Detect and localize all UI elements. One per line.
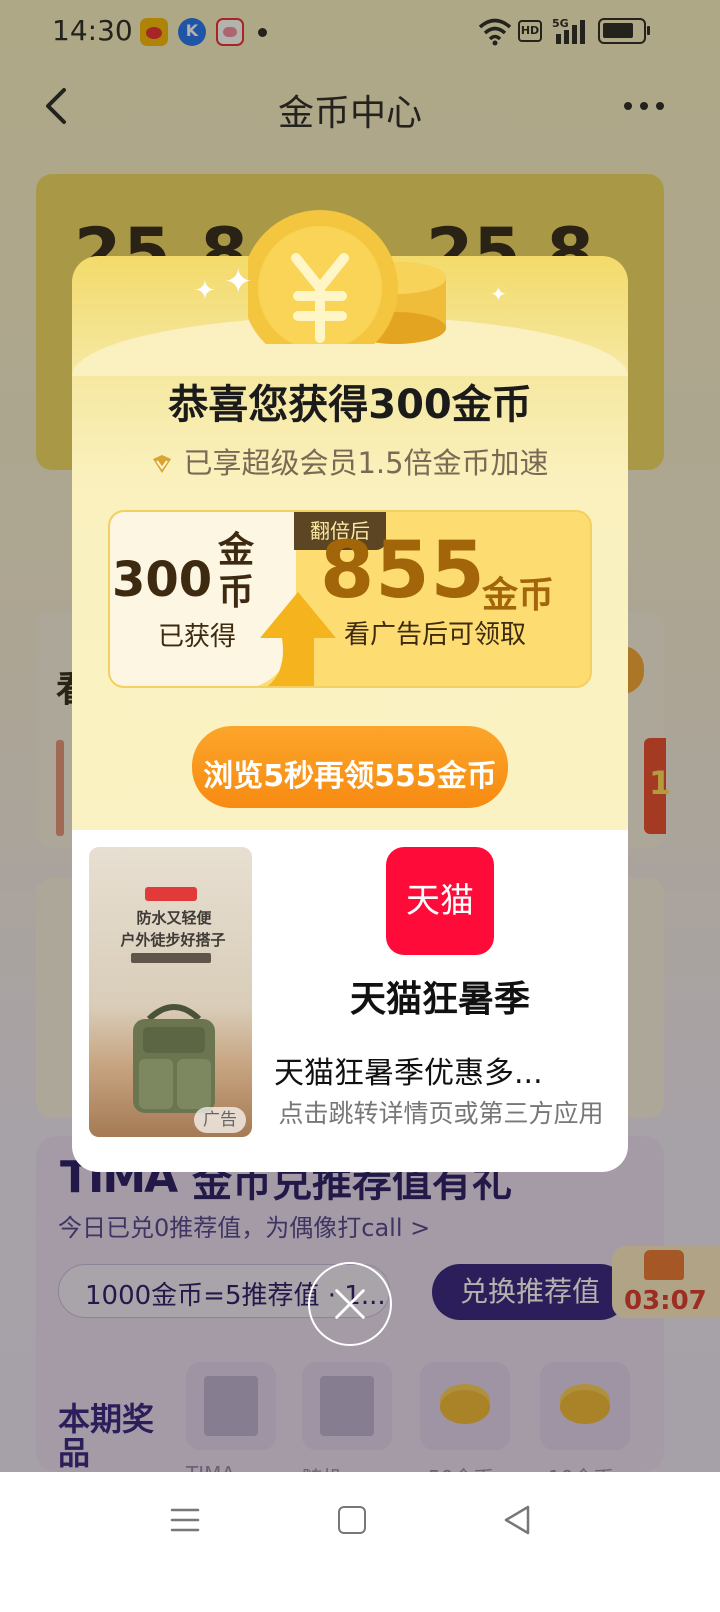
doubled-label: 看广告后可领取	[344, 620, 527, 650]
ad-image-subline: 户外徒步好搭子	[120, 931, 226, 949]
ad-product-image[interactable]: 防水又轻便 户外徒步好搭子 广告	[89, 847, 252, 1137]
doubled-unit: 金币	[482, 575, 555, 616]
earned-label: 已获得	[158, 622, 237, 652]
vip-boost-row: 已享超级会员1.5倍金币加速	[72, 440, 628, 482]
vip-boost-text: 已享超级会员1.5倍金币加速	[183, 446, 549, 480]
ad-redirect-hint: 点击跳转详情页或第三方应用	[278, 1099, 604, 1128]
gold-coin-illustration-icon	[248, 210, 446, 344]
ad-badge: 广告	[194, 1107, 246, 1133]
backpack-icon	[133, 1004, 215, 1113]
ad-description[interactable]: 天猫狂暑季优惠多...	[274, 1048, 604, 1092]
sparkle-icon: ✦	[490, 282, 507, 306]
reward-title: 恭喜您获得300金币	[168, 382, 532, 428]
ad-title[interactable]: 天猫狂暑季	[268, 970, 612, 1022]
close-icon[interactable]	[308, 1262, 392, 1346]
nav-back-icon[interactable]	[502, 1504, 532, 1536]
sparkle-icon: ✦	[194, 276, 216, 306]
ad-image-headline: 防水又轻便	[136, 909, 212, 927]
watch-ad-button[interactable]: 浏览5秒再领555金币	[192, 726, 508, 808]
system-navigation-bar	[0, 1472, 720, 1612]
home-icon[interactable]	[338, 1506, 366, 1534]
ad-image-tag	[131, 953, 211, 963]
vip-diamond-icon	[153, 455, 172, 473]
reward-comparison-box: 300 金币 已获得 翻倍后 855 金币 看广告后可领取	[108, 510, 592, 688]
earned-amount: 300	[112, 552, 213, 608]
tmall-logo[interactable]: 天猫	[386, 847, 494, 955]
ad-card[interactable]: 防水又轻便 户外徒步好搭子 广告 天猫 天猫狂暑季 天猫狂暑季优惠多... 点击…	[72, 830, 628, 1172]
reward-dialog: ✦ ✦ ✦ 恭喜您获得300金币 已享超级会员1.5倍金币加速 300 金币 已…	[72, 210, 628, 1172]
tmall-brand-mark	[145, 887, 197, 901]
earned-unit: 金币	[218, 530, 255, 613]
sparkle-icon: ✦	[224, 262, 253, 302]
recent-apps-icon[interactable]	[170, 1506, 200, 1534]
doubled-amount: 855	[320, 526, 486, 616]
